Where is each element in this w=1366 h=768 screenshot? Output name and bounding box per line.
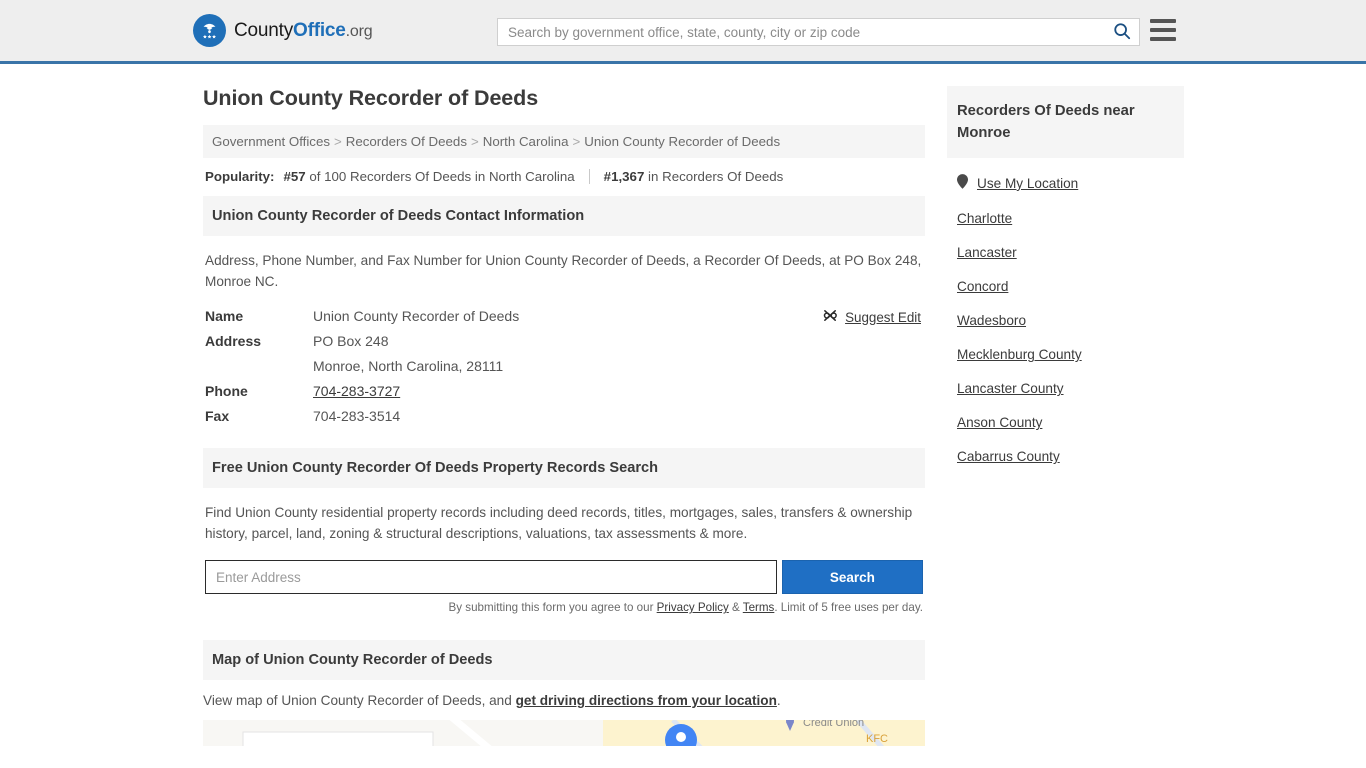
breadcrumb-item-current[interactable]: Union County Recorder of Deeds	[584, 134, 780, 149]
contact-row-phone: Phone 704-283-3727	[205, 383, 923, 399]
sidebar-link-mecklenburg-county[interactable]: Mecklenburg County	[957, 347, 1082, 362]
logo-wordmark: CountyOffice.org	[234, 20, 372, 42]
main-content: Union County Recorder of Deeds Governmen…	[203, 86, 925, 746]
records-search-button[interactable]: Search	[782, 560, 923, 594]
suggest-edit-label: Suggest Edit	[845, 310, 921, 325]
contact-row-address: Address PO Box 248	[205, 333, 923, 349]
logo-text-org: .org	[346, 23, 373, 40]
popularity-state-text: of 100 Recorders Of Deeds in North Carol…	[309, 169, 574, 184]
sidebar-item-lancaster[interactable]: Lancaster	[947, 245, 1184, 260]
sidebar-link-use-my-location[interactable]: Use My Location	[977, 176, 1078, 191]
page-title: Union County Recorder of Deeds	[203, 86, 925, 111]
disclaimer-suffix: . Limit of 5 free uses per day.	[774, 601, 923, 614]
sidebar-link-charlotte[interactable]: Charlotte	[957, 211, 1012, 226]
breadcrumb-separator: >	[330, 134, 346, 149]
sidebar: Recorders Of Deeds near Monroe Use My Lo…	[947, 86, 1184, 483]
eagle-seal-icon	[193, 14, 226, 47]
contact-key-fax: Fax	[205, 408, 313, 424]
breadcrumb-separator: >	[568, 134, 584, 149]
disclaimer-amp: &	[729, 601, 743, 614]
privacy-policy-link[interactable]: Privacy Policy	[657, 601, 729, 614]
sidebar-link-lancaster-county[interactable]: Lancaster County	[957, 381, 1064, 396]
contact-section-heading: Union County Recorder of Deeds Contact I…	[203, 196, 925, 236]
sidebar-item-use-my-location[interactable]: Use My Location	[947, 174, 1184, 192]
map-section-description: View map of Union County Recorder of Dee…	[203, 693, 925, 708]
magnifier-icon	[1113, 22, 1131, 43]
suggest-edit-button[interactable]: Suggest Edit	[823, 308, 921, 326]
sidebar-item-lancaster-county[interactable]: Lancaster County	[947, 381, 1184, 396]
breadcrumb: Government Offices>Recorders Of Deeds>No…	[203, 125, 925, 158]
sidebar-link-lancaster[interactable]: Lancaster	[957, 245, 1017, 260]
contact-key-address: Address	[205, 333, 313, 349]
breadcrumb-item-recorders-of-deeds[interactable]: Recorders Of Deeds	[346, 134, 467, 149]
contact-value-fax: 704-283-3514	[313, 408, 400, 424]
terms-link[interactable]: Terms	[743, 601, 775, 614]
popularity-divider	[589, 169, 590, 184]
contact-value-name: Union County Recorder of Deeds	[313, 308, 519, 324]
records-section-description: Find Union County residential property r…	[205, 502, 923, 544]
contact-row-fax: Fax 704-283-3514	[205, 408, 923, 424]
records-section-body: Find Union County residential property r…	[203, 488, 925, 614]
map-desc-suffix: .	[777, 693, 781, 708]
contact-value-address-line2: Monroe, North Carolina, 28111	[313, 358, 503, 374]
search-input[interactable]	[498, 19, 1105, 45]
hamburger-bar-3	[1150, 37, 1176, 41]
sidebar-link-wadesboro[interactable]: Wadesboro	[957, 313, 1026, 328]
breadcrumb-separator: >	[467, 134, 483, 149]
contact-key-phone: Phone	[205, 383, 313, 399]
hamburger-bar-2	[1150, 28, 1176, 32]
edit-pencil-icon	[823, 308, 838, 326]
sidebar-item-anson-county[interactable]: Anson County	[947, 415, 1184, 430]
sidebar-item-cabarrus-county[interactable]: Cabarrus County	[947, 449, 1184, 464]
property-records-search-form: Search	[205, 560, 923, 594]
sidebar-link-anson-county[interactable]: Anson County	[957, 415, 1042, 430]
breadcrumb-item-north-carolina[interactable]: North Carolina	[483, 134, 569, 149]
map-section-heading: Map of Union County Recorder of Deeds	[203, 640, 925, 680]
contact-row-address-line2: Monroe, North Carolina, 28111	[205, 358, 923, 374]
contact-value-address-line1: PO Box 248	[313, 333, 389, 349]
sidebar-item-wadesboro[interactable]: Wadesboro	[947, 313, 1184, 328]
site-logo[interactable]: CountyOffice.org	[193, 14, 372, 47]
contact-value-phone-link[interactable]: 704-283-3727	[313, 383, 400, 399]
map-desc-prefix: View map of Union County Recorder of Dee…	[203, 693, 516, 708]
sidebar-item-charlotte[interactable]: Charlotte	[947, 211, 1184, 226]
popularity-row: Popularity: #57 of 100 Recorders Of Deed…	[203, 158, 925, 196]
sidebar-item-concord[interactable]: Concord	[947, 279, 1184, 294]
site-header: CountyOffice.org	[0, 0, 1366, 64]
map-embed[interactable]: Credit Union KFC KFC	[203, 720, 925, 746]
svg-text:KFC: KFC	[866, 733, 888, 745]
disclaimer-prefix: By submitting this form you agree to our	[449, 601, 657, 614]
popularity-state-rank: #57	[283, 169, 305, 184]
contact-section-description: Address, Phone Number, and Fax Number fo…	[205, 250, 923, 292]
hamburger-menu-icon[interactable]	[1150, 19, 1176, 41]
page-container: Union County Recorder of Deeds Governmen…	[0, 64, 1366, 746]
contact-section-body: Address, Phone Number, and Fax Number fo…	[203, 236, 925, 424]
records-section-heading: Free Union County Recorder Of Deeds Prop…	[203, 448, 925, 488]
map-pin-icon	[957, 174, 968, 192]
popularity-national-rank: #1,367	[604, 169, 645, 184]
form-disclaimer: By submitting this form you agree to our…	[205, 601, 923, 614]
logo-text-office: Office	[293, 20, 346, 41]
sidebar-list: Use My Location Charlotte Lancaster Conc…	[947, 158, 1184, 464]
sidebar-heading: Recorders Of Deeds near Monroe	[947, 86, 1184, 158]
hamburger-bar-1	[1150, 19, 1176, 23]
driving-directions-link[interactable]: get driving directions from your locatio…	[516, 693, 777, 708]
contact-key-name: Name	[205, 308, 313, 324]
breadcrumb-item-government-offices[interactable]: Government Offices	[212, 134, 330, 149]
sidebar-link-cabarrus-county[interactable]: Cabarrus County	[957, 449, 1060, 464]
logo-text-county: County	[234, 20, 293, 41]
global-search-bar[interactable]	[497, 18, 1140, 46]
search-submit-button[interactable]	[1105, 19, 1139, 45]
svg-text:Credit Union: Credit Union	[803, 720, 864, 729]
sidebar-item-mecklenburg-county[interactable]: Mecklenburg County	[947, 347, 1184, 362]
contact-details: Suggest Edit Name Union County Recorder …	[205, 308, 923, 424]
address-input[interactable]	[205, 560, 777, 594]
sidebar-link-concord[interactable]: Concord	[957, 279, 1008, 294]
popularity-label: Popularity:	[205, 169, 274, 184]
popularity-national-text: in Recorders Of Deeds	[648, 169, 783, 184]
contact-row-name: Name Union County Recorder of Deeds	[205, 308, 923, 324]
